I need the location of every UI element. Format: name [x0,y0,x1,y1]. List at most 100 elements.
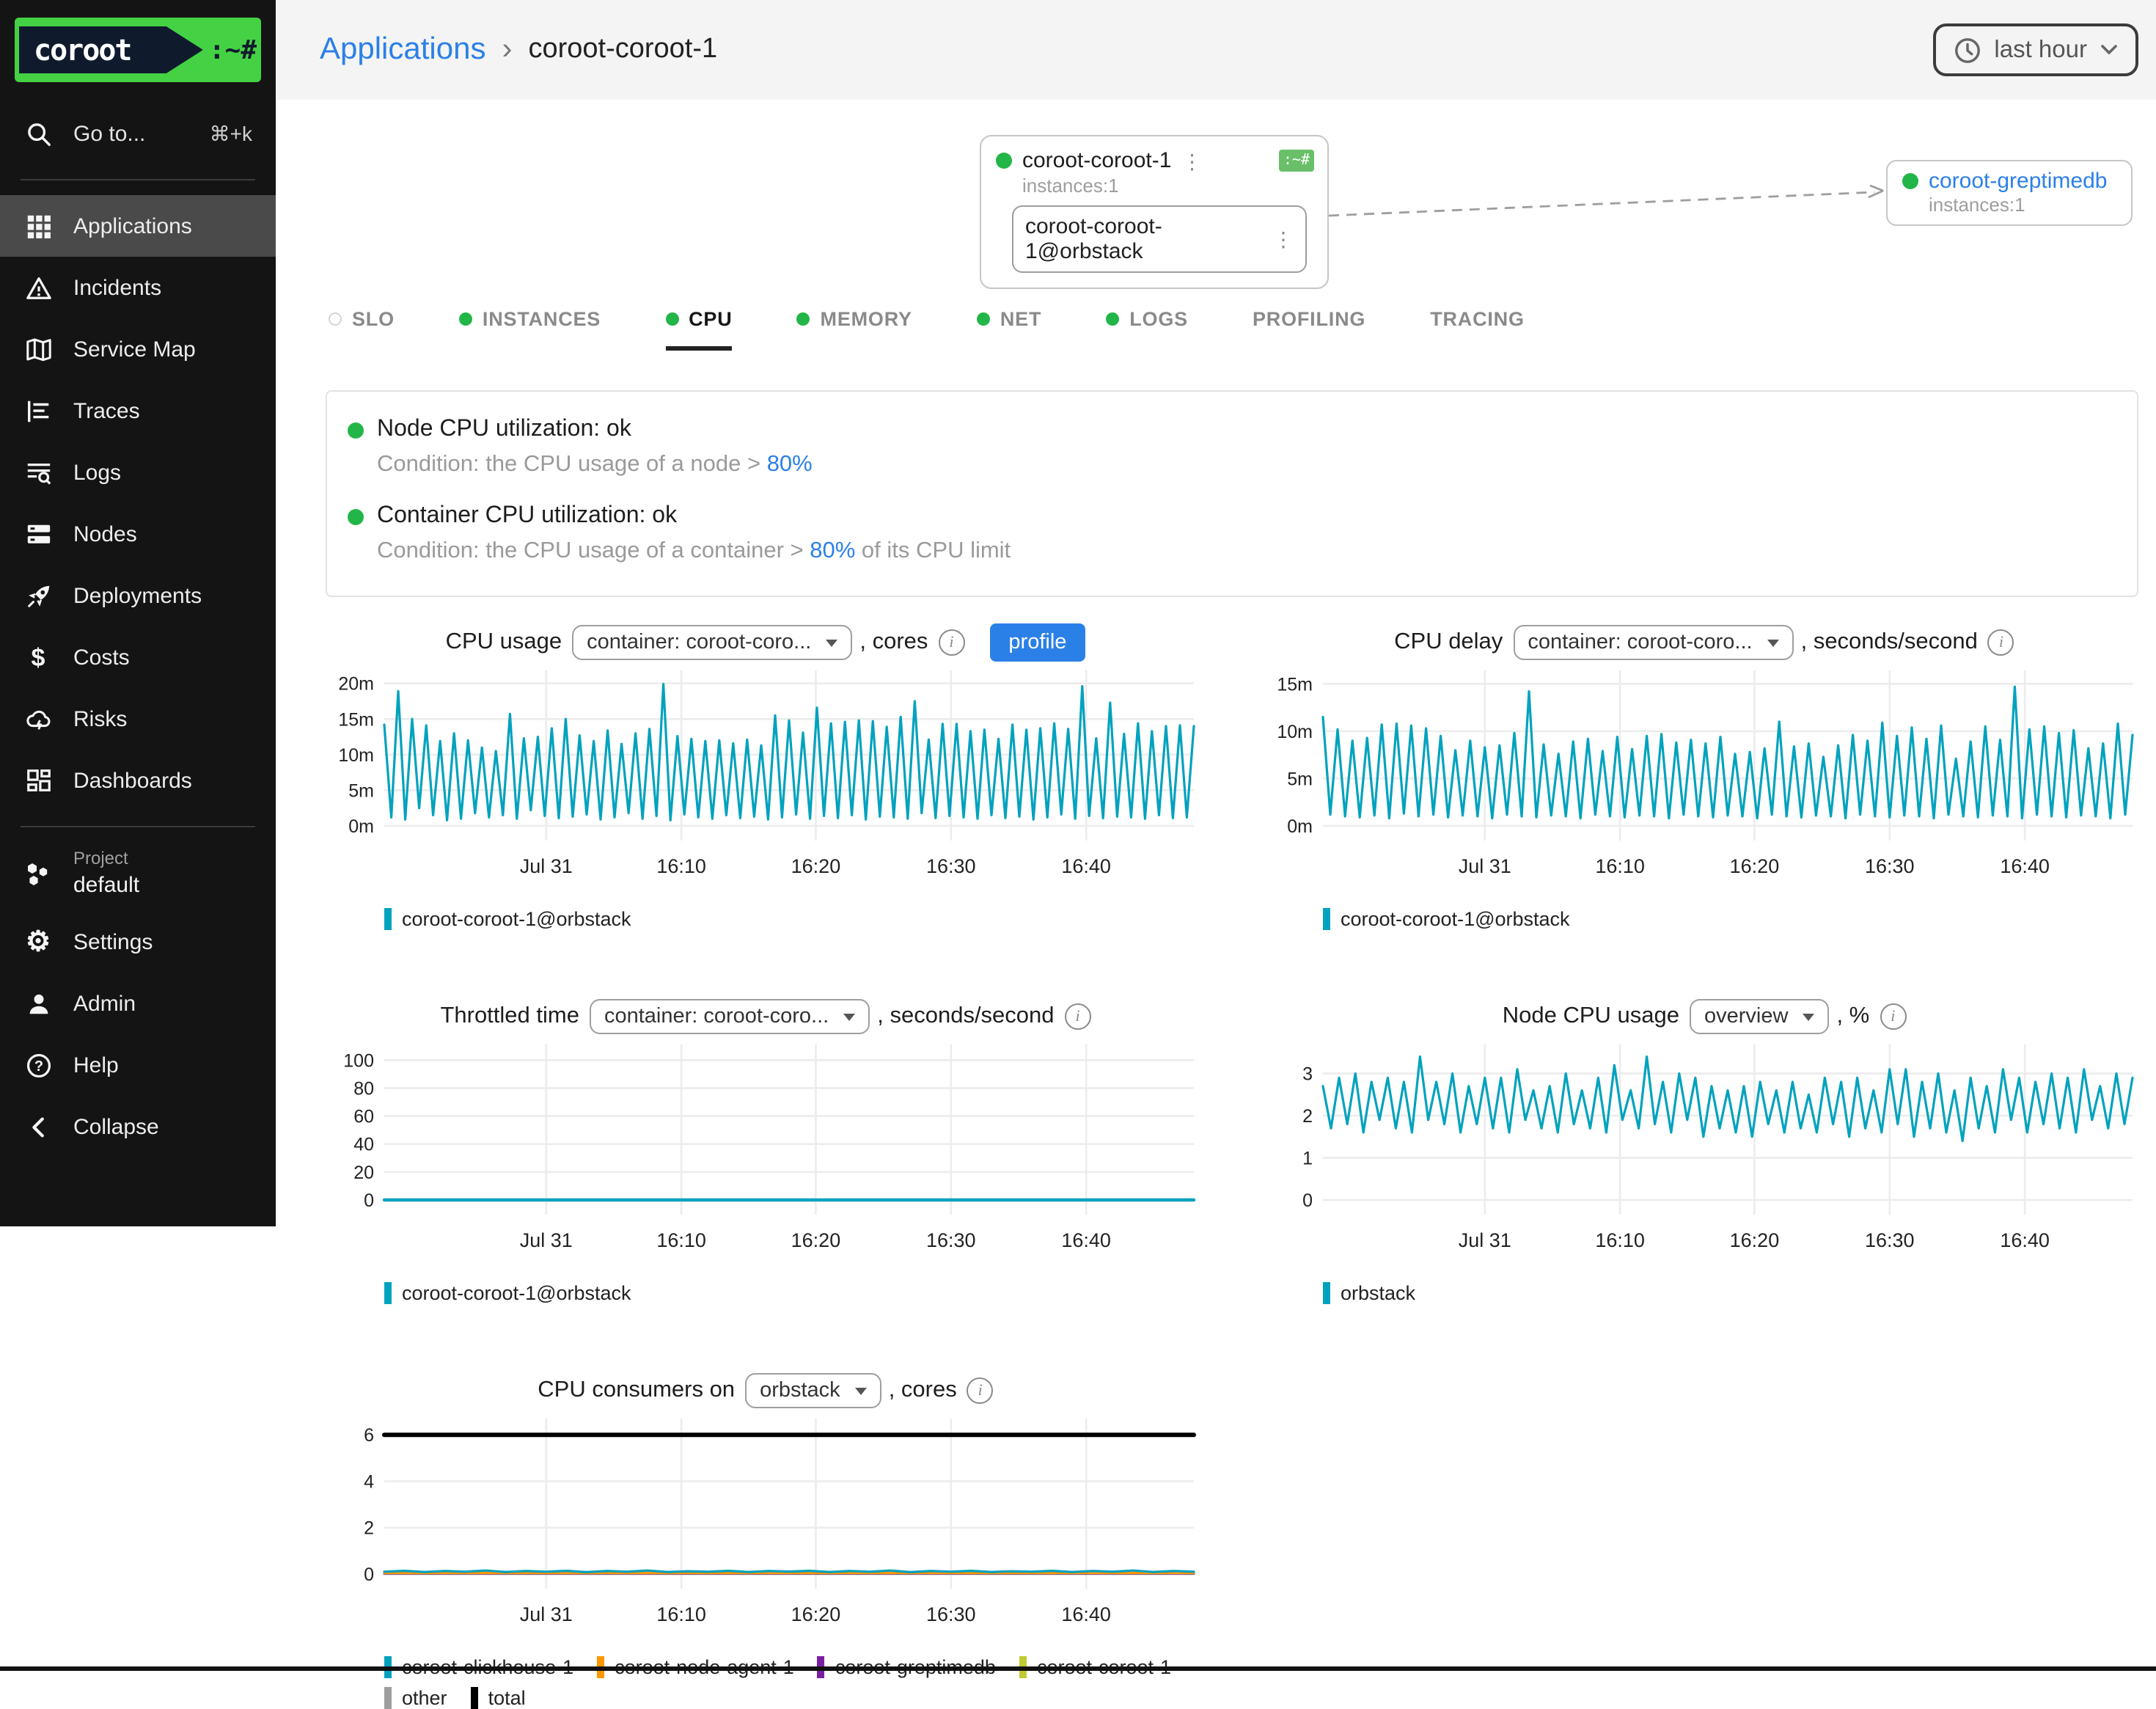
legend-item[interactable]: coroot-coroot-1@orbstack [384,908,631,930]
tab-cpu[interactable]: CPU [665,308,732,351]
instances-label: instances:1 [1022,175,1314,197]
legend-color-mark [384,908,392,930]
legend-color-mark [1323,908,1330,930]
app-card-header: coroot-coroot-1 ⋮ :~# [996,148,1314,173]
sidebar-item-costs[interactable]: $Costs [0,626,276,688]
svg-text:6: 6 [364,1425,374,1446]
cpu-consumers-plot: 0246Jul 3116:1016:2016:3016:40 [326,1413,1206,1630]
legend-item[interactable]: coroot-coroot-1@orbstack [384,1282,631,1304]
check-status-dot [348,508,364,524]
app-card-coroot-coroot-1[interactable]: coroot-coroot-1 ⋮ :~# instances:1 coroot… [980,135,1329,289]
svg-text:0m: 0m [348,816,374,837]
cpu-usage-chart: CPU usagecontainer: coroot-coro..., core… [326,621,1206,930]
sidebar-item-label: Settings [73,929,153,954]
series-coroot-clickhouse-1 [384,1570,1194,1572]
svg-text:0: 0 [1302,1190,1313,1211]
tab-status-dot [665,312,678,326]
sidebar-item-label: Deployments [73,583,202,608]
sidebar-item-logs[interactable]: Logs [0,442,276,503]
legend-item[interactable]: orbstack [1323,1282,1415,1304]
info-icon[interactable]: i [938,629,964,656]
svg-text:20: 20 [353,1163,374,1183]
sidebar-item-project[interactable]: Project default [0,842,276,911]
node-cpu-usage-selector[interactable]: overview [1690,999,1829,1034]
condition-text: Condition: the CPU usage of a container … [377,538,810,563]
coroot-logo[interactable]: coroot :~# [15,18,261,82]
upstream-name-link[interactable]: coroot-greptimedb [1929,169,2107,194]
sidebar-item-dashboards[interactable]: Dashboards [0,750,276,811]
throttled-time-selector[interactable]: container: coroot-coro... [590,999,870,1034]
chart-title: CPU usage [446,629,562,656]
sidebar-item-collapse[interactable]: Collapse [0,1096,276,1157]
kebab-menu-icon[interactable]: ⋮ [1181,150,1202,171]
sidebar-divider [21,179,255,180]
tab-status-dot [797,312,810,326]
instance-box[interactable]: coroot-coroot-1@orbstack ⋮ [1012,205,1307,273]
series-coroot-coroot-1@orbstack [1323,687,2133,818]
profile-button[interactable]: profile [989,623,1085,662]
node-cpu-usage-legend: orbstack [1323,1282,2144,1304]
app-card-coroot-greptimedb[interactable]: coroot-greptimedb instances:1 [1886,160,2133,226]
selector-value: overview [1704,1005,1788,1028]
info-icon[interactable]: i [1988,629,2014,656]
svg-text:15m: 15m [1277,674,1313,695]
chevron-down-icon [2100,44,2118,56]
check-condition: Condition: the CPU usage of a node > 80% [377,452,2113,478]
sidebar-item-help[interactable]: ?Help [0,1034,276,1096]
throttled-time-chart: Throttled timecontainer: coroot-coro...,… [326,995,1206,1304]
node-cpu-usage-plot: 0123Jul 3116:1016:2016:3016:40 [1264,1039,2144,1256]
tab-tracing[interactable]: TRACING [1430,308,1525,351]
sidebar-item-label: Collapse [73,1114,159,1139]
project-name: default [73,871,139,899]
throttled-time-title-row: Throttled timecontainer: coroot-coro...,… [326,995,1206,1039]
sidebar-item-nodes[interactable]: Nodes [0,503,276,565]
incidents-icon [23,274,53,301]
svg-text:16:40: 16:40 [1061,855,1111,877]
tab-slo[interactable]: SLO [329,308,395,351]
svg-text:16:10: 16:10 [656,1603,706,1625]
tab-memory[interactable]: MEMORY [797,308,912,351]
time-range-button[interactable]: last hour [1932,23,2138,76]
cpu-usage-selector[interactable]: container: coroot-coro... [572,625,852,660]
threshold-link[interactable]: 80% [767,452,813,477]
breadcrumb-applications-link[interactable]: Applications [320,32,485,67]
svg-text:10m: 10m [338,745,374,766]
svg-text:Jul 31: Jul 31 [1459,1229,1511,1251]
info-icon[interactable]: i [1880,1003,1906,1030]
cpu-consumers-selector[interactable]: orbstack [745,1373,881,1408]
threshold-link[interactable]: 80% [810,538,855,563]
sidebar-item-service-map[interactable]: Service Map [0,318,276,380]
caret-down-icon [826,639,837,646]
legend-item[interactable]: coroot-coroot-1@orbstack [1323,908,1570,930]
sidebar-item-admin[interactable]: Admin [0,973,276,1034]
check-title: Container CPU utilization: ok [377,503,677,530]
sidebar-item-deployments[interactable]: Deployments [0,565,276,626]
series-orbstack [1323,1057,2133,1141]
tab-profiling[interactable]: PROFILING [1253,308,1365,351]
sidebar-item-incidents[interactable]: Incidents [0,257,276,318]
sidebar-item-traces[interactable]: Traces [0,380,276,442]
svg-text:0: 0 [364,1565,374,1585]
info-icon[interactable]: i [967,1377,994,1404]
chart-unit-suffix: , cores [889,1377,957,1404]
legend-item[interactable]: other [384,1687,447,1709]
sidebar-item-applications[interactable]: Applications [0,195,276,257]
checks-panel: Node CPU utilization: ok Condition: the … [326,390,2138,597]
tab-instances[interactable]: INSTANCES [459,308,601,351]
tab-label: INSTANCES [483,308,601,330]
cpu-delay-selector[interactable]: container: coroot-coro... [1513,625,1793,660]
tab-net[interactable]: NET [977,308,1041,351]
goto-search[interactable]: Go to... ⌘+k [0,103,276,164]
sidebar-item-settings[interactable]: ⚙Settings [0,911,276,973]
kebab-menu-icon[interactable]: ⋮ [1273,229,1294,249]
tab-logs[interactable]: LOGS [1106,308,1188,351]
svg-text:16:30: 16:30 [926,1229,976,1251]
cpu-delay-chart: CPU delaycontainer: coroot-coro..., seco… [1264,621,2144,930]
legend-item[interactable]: total [471,1687,526,1709]
info-icon[interactable]: i [1065,1003,1091,1030]
svg-text:16:10: 16:10 [656,855,706,877]
cpu-usage-legend: coroot-coroot-1@orbstack [384,908,1206,930]
sidebar-item-label: Applications [73,213,192,238]
svg-text:15m: 15m [338,709,374,730]
sidebar-item-risks[interactable]: Risks [0,688,276,750]
